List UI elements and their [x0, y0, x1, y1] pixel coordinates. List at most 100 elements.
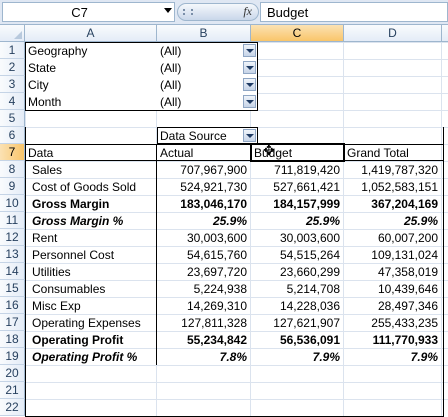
- row-header-22[interactable]: 22: [0, 399, 25, 416]
- value-cell[interactable]: 7.9%: [251, 349, 343, 365]
- row-header-9[interactable]: 9: [0, 178, 25, 195]
- dropdown-arrow-icon[interactable]: [243, 95, 256, 108]
- row-header-4[interactable]: 4: [0, 93, 25, 110]
- row-header-19[interactable]: 19: [0, 348, 25, 365]
- column-header-d[interactable]: D: [344, 25, 442, 42]
- value-cell[interactable]: 14,228,036: [251, 298, 343, 314]
- header-data[interactable]: Data: [25, 145, 156, 161]
- row-label[interactable]: Operating Profit: [25, 332, 156, 348]
- value-cell[interactable]: 60,007,200: [344, 230, 441, 246]
- value-cell[interactable]: 109,131,024: [344, 247, 441, 263]
- value-cell[interactable]: 127,811,328: [157, 315, 250, 331]
- column-header-c[interactable]: C: [251, 25, 344, 42]
- value-cell[interactable]: 7.9%: [344, 349, 441, 365]
- formula-input[interactable]: Budget: [260, 2, 448, 22]
- value-cell[interactable]: 47,358,019: [344, 264, 441, 280]
- dropdown-arrow-icon[interactable]: [243, 44, 256, 57]
- row-label[interactable]: Gross Margin %: [25, 213, 156, 229]
- row-header-20[interactable]: 20: [0, 365, 25, 382]
- row-header-14[interactable]: 14: [0, 263, 25, 280]
- value-cell[interactable]: 5,224,938: [157, 281, 250, 297]
- value-cell[interactable]: 14,269,310: [157, 298, 250, 314]
- filter-label: Month: [28, 95, 62, 109]
- value-cell[interactable]: 54,615,760: [157, 247, 250, 263]
- row-label[interactable]: Operating Expenses: [25, 315, 156, 331]
- value-cell[interactable]: 10,439,646: [344, 281, 441, 297]
- worksheet-grid[interactable]: Geography (All) State (All) City (All) Month (A…: [25, 42, 448, 417]
- formula-bar: C7 fx Budget: [0, 0, 448, 25]
- row-header-3[interactable]: 3: [0, 76, 25, 93]
- value-cell[interactable]: 28,497,346: [344, 298, 441, 314]
- row-header-12[interactable]: 12: [0, 229, 25, 246]
- value-cell[interactable]: 183,046,170: [157, 196, 250, 212]
- filter-label: Geography: [28, 44, 88, 58]
- row-label[interactable]: Utilities: [25, 264, 156, 280]
- value-cell[interactable]: 30,003,600: [251, 230, 343, 246]
- dropdown-arrow-icon[interactable]: [243, 61, 256, 74]
- insert-function-button[interactable]: fx: [177, 3, 259, 21]
- value-cell[interactable]: 127,621,907: [251, 315, 343, 331]
- filter-value[interactable]: (All): [157, 60, 241, 76]
- row-header-6[interactable]: 6: [0, 127, 25, 144]
- value-cell[interactable]: 527,661,421: [251, 179, 343, 195]
- row-header-8[interactable]: 8: [0, 161, 25, 178]
- row-header-15[interactable]: 15: [0, 280, 25, 297]
- row-label[interactable]: Operating Profit %: [25, 349, 156, 365]
- row-label[interactable]: Sales: [25, 162, 156, 178]
- name-box[interactable]: C7: [2, 2, 175, 22]
- value-cell[interactable]: 23,697,720: [157, 264, 250, 280]
- row-label[interactable]: Personnel Cost: [25, 247, 156, 263]
- select-all-button[interactable]: [0, 25, 25, 42]
- row-header-13[interactable]: 13: [0, 246, 25, 263]
- row-label[interactable]: Gross Margin: [25, 196, 156, 212]
- value-cell[interactable]: 23,660,299: [251, 264, 343, 280]
- filter-label: State: [28, 61, 57, 75]
- row-header-18[interactable]: 18: [0, 331, 25, 348]
- row-header-5[interactable]: 5: [0, 110, 25, 127]
- value-cell[interactable]: 25.9%: [251, 213, 343, 229]
- move-cursor-icon: ✥: [263, 142, 275, 158]
- row-header-16[interactable]: 16: [0, 297, 25, 314]
- dropdown-arrow-icon[interactable]: [243, 78, 256, 91]
- value-cell[interactable]: 54,515,264: [251, 247, 343, 263]
- value-cell[interactable]: 111,770,933: [344, 332, 441, 348]
- row-header-7[interactable]: 7: [0, 144, 25, 161]
- value-cell[interactable]: 1,419,787,320: [344, 162, 441, 178]
- row-label[interactable]: Rent: [25, 230, 156, 246]
- row-header-11[interactable]: 11: [0, 212, 25, 229]
- row-header-21[interactable]: 21: [0, 382, 25, 399]
- row-header-17[interactable]: 17: [0, 314, 25, 331]
- value-cell[interactable]: 30,003,600: [157, 230, 250, 246]
- value-cell[interactable]: 1,052,583,151: [344, 179, 441, 195]
- row-label[interactable]: Misc Exp: [25, 298, 156, 314]
- column-header-b[interactable]: B: [157, 25, 251, 42]
- value-cell[interactable]: 367,204,169: [344, 196, 441, 212]
- value-cell[interactable]: 25.9%: [344, 213, 441, 229]
- row-label[interactable]: Cost of Goods Sold: [25, 179, 156, 195]
- row-header-10[interactable]: 10: [0, 195, 25, 212]
- row-header-2[interactable]: 2: [0, 59, 25, 76]
- filter-label: City: [28, 78, 49, 92]
- header-grand-total[interactable]: Grand Total: [344, 145, 441, 161]
- header-actual[interactable]: Actual: [157, 145, 250, 161]
- value-cell[interactable]: 707,967,900: [157, 162, 250, 178]
- value-cell[interactable]: 711,819,420: [251, 162, 343, 178]
- column-header-a[interactable]: A: [25, 25, 157, 42]
- formula-value: Budget: [267, 5, 309, 20]
- value-cell[interactable]: 56,536,091: [251, 332, 343, 348]
- column-header-e[interactable]: [442, 25, 448, 42]
- grip-icon: [183, 9, 193, 15]
- value-cell[interactable]: 25.9%: [157, 213, 250, 229]
- filter-value[interactable]: (All): [157, 94, 241, 110]
- filter-value[interactable]: (All): [157, 77, 241, 93]
- value-cell[interactable]: 184,157,999: [251, 196, 343, 212]
- filter-value[interactable]: (All): [157, 43, 241, 59]
- value-cell[interactable]: 5,214,708: [251, 281, 343, 297]
- chevron-down-icon[interactable]: [164, 8, 172, 13]
- value-cell[interactable]: 524,921,730: [157, 179, 250, 195]
- value-cell[interactable]: 55,234,842: [157, 332, 250, 348]
- value-cell[interactable]: 7.8%: [157, 349, 250, 365]
- row-header-1[interactable]: 1: [0, 42, 25, 59]
- value-cell[interactable]: 255,433,235: [344, 315, 441, 331]
- row-label[interactable]: Consumables: [25, 281, 156, 297]
